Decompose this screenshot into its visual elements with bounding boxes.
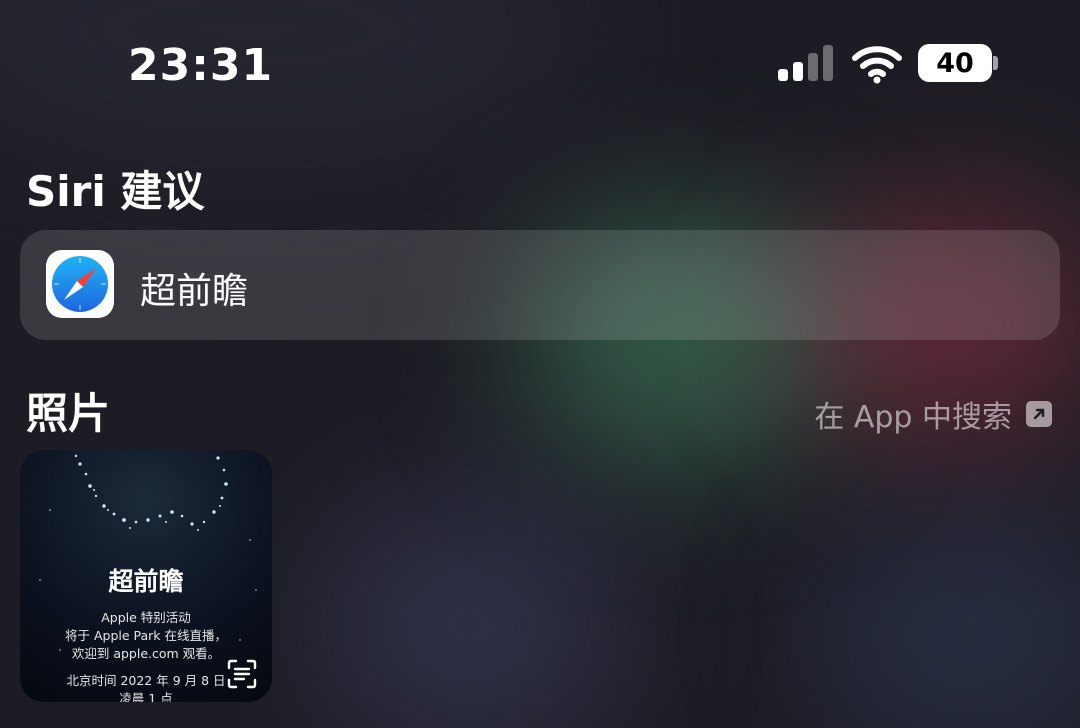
cellular-signal-icon bbox=[778, 45, 834, 81]
external-arrow-icon bbox=[1026, 401, 1052, 427]
safari-icon bbox=[46, 250, 114, 318]
search-in-app-link[interactable]: 在 App 中搜索 bbox=[814, 392, 1052, 436]
siri-suggestions-title: Siri 建议 bbox=[26, 167, 205, 216]
wifi-icon bbox=[852, 46, 902, 84]
photo-text-line: 凌晨 1 点 bbox=[119, 691, 173, 702]
suggestion-label: 超前瞻 bbox=[140, 271, 249, 312]
photo-text-line: Apple 特别活动 bbox=[101, 610, 191, 625]
live-text-scan-icon[interactable] bbox=[226, 658, 258, 690]
battery-tip bbox=[993, 56, 998, 70]
battery-icon: 40 bbox=[918, 44, 992, 82]
status-time: 23:31 bbox=[128, 40, 274, 91]
photo-text-line: 将于 Apple Park 在线直播， bbox=[64, 628, 228, 643]
photo-thumbnail[interactable]: 超前瞻 Apple 特别活动 将于 Apple Park 在线直播， 欢迎到 a… bbox=[20, 450, 272, 702]
search-in-app-label: 在 App 中搜索 bbox=[814, 400, 1012, 435]
siri-suggestion-row[interactable]: 超前瞻 bbox=[20, 230, 1060, 340]
battery-level: 40 bbox=[936, 47, 974, 79]
photo-title: 超前瞻 bbox=[108, 567, 184, 596]
photos-section-title: 照片 bbox=[26, 389, 111, 438]
